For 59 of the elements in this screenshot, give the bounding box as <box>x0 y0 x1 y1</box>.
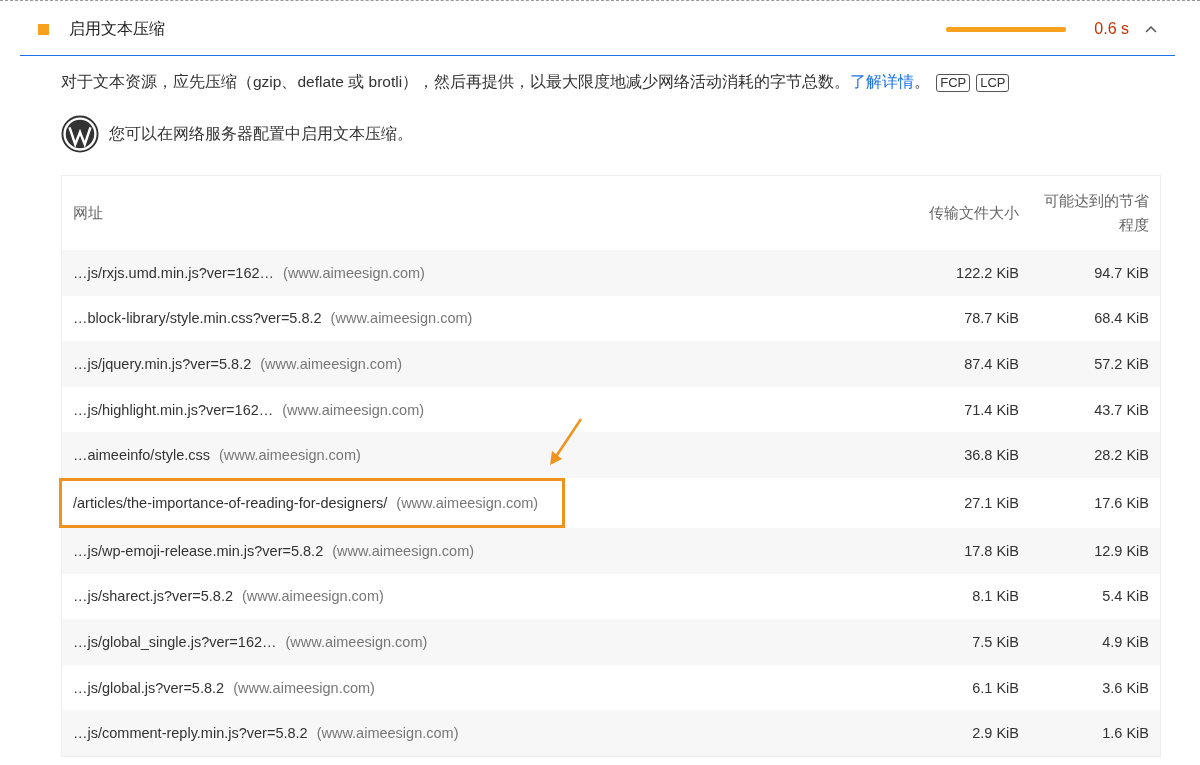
url-text: …js/wp-emoji-release.min.js?ver=5.8.2 <box>73 542 324 559</box>
host-text: (www.aimeesign.com) <box>332 542 475 559</box>
url-text: …js/global.js?ver=5.8.2 <box>73 679 225 696</box>
size-cell: 122.2 KiB <box>867 250 1029 296</box>
host-text: (www.aimeesign.com) <box>242 588 384 605</box>
size-cell: 7.5 KiB <box>867 619 1029 665</box>
column-header: 网址 <box>61 175 868 250</box>
savings-cell: 4.9 KiB <box>1029 619 1161 665</box>
host-text: (www.aimeesign.com) <box>316 725 459 742</box>
host-text: (www.aimeesign.com) <box>283 264 425 281</box>
url-text: …js/global_single.js?ver=162… <box>73 633 277 650</box>
wordpress-logo-icon <box>61 115 99 153</box>
size-cell: 71.4 KiB <box>867 386 1029 433</box>
host-text: (www.aimeesign.com) <box>260 356 403 372</box>
savings-cell: 12.9 KiB <box>1029 527 1161 574</box>
host-text: (www.aimeesign.com) <box>330 310 473 327</box>
url-text: …js/sharect.js?ver=5.8.2 <box>73 588 233 605</box>
url-text: …js/comment-reply.min.js?ver=5.8.2 <box>73 725 308 742</box>
url-text: …js/jquery.min.js?ver=5.8.2 <box>73 356 252 372</box>
annotation-arrow <box>548 417 584 467</box>
description-text: 对于文本资源，应先压缩（gzip、deflate 或 brotli），然后再提供，以最大限度地减少网络活动消耗的字节总数。 <box>61 73 851 90</box>
size-cell: 17.8 KiB <box>867 527 1029 574</box>
warning-square-icon <box>38 23 49 35</box>
host-text: (www.aimeesign.com) <box>219 447 361 464</box>
host-text: (www.aimeesign.com) <box>233 679 375 696</box>
column-header: 传输文件大小 <box>867 175 1029 250</box>
host-text: (www.aimeesign.com) <box>396 494 539 511</box>
column-header: 可能达到的节省程度 <box>1029 175 1161 250</box>
savings-cell: 28.2 KiB <box>1029 432 1161 478</box>
hint-text: 您可以在网络服务器配置中启用文本压缩。 <box>109 123 413 144</box>
savings-value: 0.6 s <box>1094 20 1129 38</box>
host-text: (www.aimeesign.com) <box>285 633 428 650</box>
metric-tag: FCP <box>936 74 971 92</box>
period-text: 。 <box>914 73 931 90</box>
chevron-icon[interactable] <box>1145 25 1157 33</box>
size-cell: 27.1 KiB <box>867 477 1029 528</box>
size-cell: 87.4 KiB <box>867 341 1029 387</box>
size-cell: 2.9 KiB <box>867 710 1029 757</box>
learn-more-link[interactable]: 了解详情 <box>850 73 915 90</box>
size-cell: 36.8 KiB <box>867 432 1029 478</box>
url-text: …js/highlight.min.js?ver=162… <box>73 401 274 418</box>
savings-cell: 3.6 KiB <box>1029 664 1161 711</box>
savings-cell: 57.2 KiB <box>1029 341 1161 387</box>
url-text: …block-library/style.min.css?ver=5.8.2 <box>73 310 322 327</box>
size-cell: 78.7 KiB <box>867 295 1029 342</box>
savings-cell: 1.6 KiB <box>1029 710 1161 757</box>
savings-cell: 5.4 KiB <box>1029 573 1161 620</box>
savings-cell: 94.7 KiB <box>1029 250 1161 296</box>
url-text: …js/rxjs.umd.min.js?ver=162… <box>73 264 275 281</box>
host-text: (www.aimeesign.com) <box>282 401 425 418</box>
metric-tag: LCP <box>976 74 1010 92</box>
url-text: /articles/the-importance-of-reading-for-designers/ <box>73 494 388 511</box>
savings-cell: 17.6 KiB <box>1029 477 1161 528</box>
audit-title: 启用文本压缩 <box>69 18 166 39</box>
size-cell: 8.1 KiB <box>867 573 1029 620</box>
savings-cell: 43.7 KiB <box>1029 386 1161 433</box>
size-cell: 6.1 KiB <box>867 664 1029 711</box>
savings-cell: 68.4 KiB <box>1029 295 1161 342</box>
url-text: …aimeeinfo/style.css <box>73 447 210 464</box>
